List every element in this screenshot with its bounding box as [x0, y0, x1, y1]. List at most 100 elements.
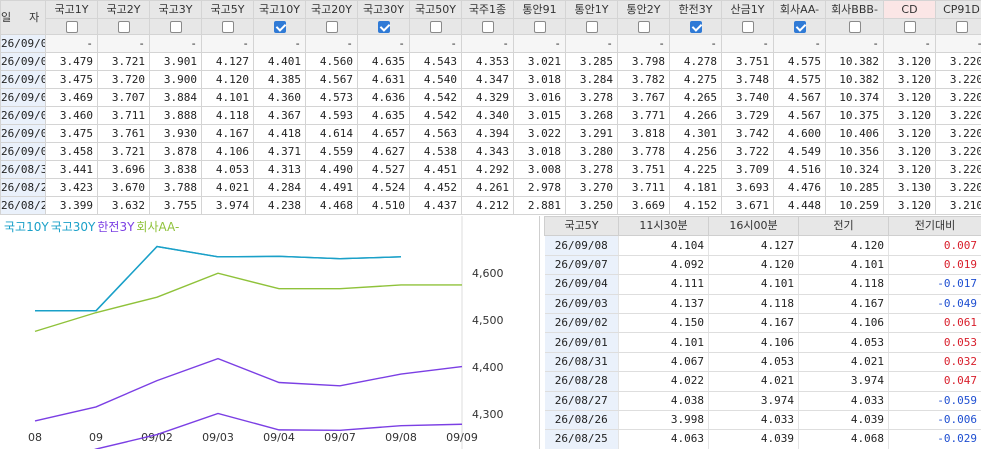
column-header[interactable]: 국고1Y — [45, 0, 98, 19]
table-row[interactable]: 26/08/28 4.022 4.021 3.974 0.047 — [544, 371, 981, 392]
column-header[interactable]: 국고20Y — [305, 0, 358, 19]
intraday-column-header[interactable]: 전기대비 — [888, 215, 981, 237]
table-cell: 3.884 — [149, 88, 202, 107]
series-line-2[interactable] — [34, 357, 463, 422]
table-row[interactable]: 26/09/013.4583.7213.8784.1064.3714.5594.… — [0, 142, 981, 161]
intraday-table: 국고5Y 11시30분 16시00분 전기 전기대비 26/09/08 4.104 4.12… — [544, 215, 981, 449]
series-checkbox[interactable] — [955, 20, 968, 33]
series-checkbox[interactable] — [377, 20, 390, 33]
table-row[interactable]: 26/09/07 4.092 4.120 4.101 0.019 — [544, 255, 981, 276]
series-checkbox[interactable] — [221, 20, 234, 33]
table-row[interactable]: 26/09/023.4753.7613.9304.1674.4184.6144.… — [0, 124, 981, 143]
intraday-column-header[interactable]: 11시30분 — [618, 215, 709, 237]
table-row[interactable]: 26/08/25 4.063 4.039 4.068 -0.029 — [544, 429, 981, 449]
series-checkbox[interactable] — [325, 20, 338, 33]
series-checkbox[interactable] — [903, 20, 916, 33]
series-checkbox[interactable] — [637, 20, 650, 33]
table-cell: - — [253, 34, 306, 53]
series-line-1[interactable] — [35, 245, 402, 312]
table-cell: 3.120 — [883, 160, 936, 179]
table-row[interactable]: 26/08/26 3.998 4.033 4.039 -0.006 — [544, 410, 981, 431]
table-cell: 4.106 — [708, 332, 799, 353]
table-cell: 3.423 — [45, 178, 98, 197]
intraday-column-header[interactable]: 국고5Y — [544, 215, 619, 237]
column-header[interactable]: 통안2Y — [617, 0, 670, 19]
column-header[interactable]: 국고50Y — [409, 0, 462, 19]
table-cell: 3.475 — [45, 70, 98, 89]
table-row[interactable]: 26/08/313.4413.6963.8384.0534.3134.4904.… — [0, 160, 981, 179]
column-checkbox-cell — [45, 18, 98, 35]
column-header[interactable]: 통안91 — [513, 0, 566, 19]
yield-chart[interactable]: 4,6004,5004,4004,30008 09 09/02 09/03 09/04 0… — [0, 216, 540, 449]
table-row[interactable]: 26/08/283.4233.6703.7884.0214.2844.4914.… — [0, 178, 981, 197]
table-cell: - — [513, 34, 566, 53]
table-cell: 4.301 — [669, 124, 722, 143]
series-checkbox[interactable] — [533, 20, 546, 33]
column-header[interactable]: 국고3Y — [149, 0, 202, 19]
intraday-column-header[interactable]: 16시00분 — [708, 215, 799, 237]
table-cell: 4.340 — [461, 106, 514, 125]
table-cell: 3.220 — [935, 106, 981, 125]
table-cell: 4.575 — [773, 52, 826, 71]
table-cell: 4.167 — [201, 124, 254, 143]
column-header[interactable]: CD — [883, 0, 936, 19]
table-row[interactable]: 26/09/033.4603.7113.8884.1184.3674.5934.… — [0, 106, 981, 125]
column-header[interactable]: 산금1Y — [721, 0, 774, 19]
column-header[interactable]: 회사BBB- — [825, 0, 884, 19]
series-line-3[interactable] — [34, 272, 462, 333]
column-header[interactable]: 국고10Y — [253, 0, 306, 19]
table-cell: 3.120 — [883, 142, 936, 161]
table-cell: 3.974 — [798, 371, 889, 392]
table-row[interactable]: 26/09/073.4753.7203.9004.1204.3854.5674.… — [0, 70, 981, 89]
column-checkbox-cell — [825, 18, 884, 35]
column-header[interactable]: 회사AA- — [773, 0, 826, 19]
series-checkbox[interactable] — [429, 20, 442, 33]
column-header[interactable]: 국고2Y — [97, 0, 150, 19]
table-cell: 3.460 — [45, 106, 98, 125]
table-cell: 10.382 — [825, 52, 884, 71]
series-checkbox[interactable] — [848, 20, 861, 33]
table-row[interactable]: 26/08/273.3993.6323.7553.9744.2384.4684.… — [0, 196, 981, 215]
column-header[interactable]: 국주1종 — [461, 0, 514, 19]
table-row[interactable]: 26/09/043.4693.7073.8844.1014.3604.5734.… — [0, 88, 981, 107]
row-date: 26/09/07 — [0, 70, 46, 89]
series-checkbox[interactable] — [689, 20, 702, 33]
table-cell: 3.755 — [149, 196, 202, 215]
table-cell: - — [669, 34, 722, 53]
column-header[interactable]: 한전3Y — [669, 0, 722, 19]
table-cell: 4.284 — [253, 178, 306, 197]
legend-entry: 한전3Y — [97, 220, 135, 234]
column-header[interactable]: 통안1Y — [565, 0, 618, 19]
intraday-column-header[interactable]: 전기 — [798, 215, 889, 237]
column-checkbox-cell — [721, 18, 774, 35]
series-checkbox[interactable] — [585, 20, 598, 33]
table-row[interactable]: 26/08/31 4.067 4.053 4.021 0.032 — [544, 352, 981, 373]
table-row[interactable]: 26/08/27 4.038 3.974 4.033 -0.059 — [544, 391, 981, 411]
series-checkbox[interactable] — [117, 20, 130, 33]
table-row[interactable]: 26/09/09------------------ — [0, 34, 981, 53]
table-row[interactable]: 26/09/08 4.104 4.127 4.120 0.007 — [544, 235, 981, 256]
series-checkbox[interactable] — [741, 20, 754, 33]
table-cell: 4.468 — [305, 196, 358, 215]
table-row[interactable]: 26/09/01 4.101 4.106 4.053 0.053 — [544, 332, 981, 353]
table-row[interactable]: 26/09/03 4.137 4.118 4.167 -0.049 — [544, 294, 981, 314]
table-row[interactable]: 26/09/083.4793.7213.9014.1274.4014.5604.… — [0, 52, 981, 71]
column-header[interactable]: 국고5Y — [201, 0, 254, 19]
date-column-header[interactable]: 일자 — [0, 0, 46, 35]
series-checkbox[interactable] — [481, 20, 494, 33]
series-checkbox[interactable] — [169, 20, 182, 33]
series-checkbox[interactable] — [65, 20, 78, 33]
table-row[interactable]: 26/09/04 4.111 4.101 4.118 -0.017 — [544, 274, 981, 295]
table-row[interactable]: 26/09/02 4.150 4.167 4.106 0.061 — [544, 313, 981, 334]
table-cell: 3.285 — [565, 52, 618, 71]
table-cell: 4.127 — [708, 235, 799, 256]
table-cell: 4.265 — [669, 88, 722, 107]
column-header[interactable]: CP91D — [935, 0, 981, 19]
row-date: 26/09/08 — [544, 235, 619, 256]
table-cell: 3.016 — [513, 88, 566, 107]
series-checkbox[interactable] — [273, 20, 286, 33]
table-cell: 3.220 — [935, 142, 981, 161]
column-header[interactable]: 국고30Y — [357, 0, 410, 19]
table-cell: 3.018 — [513, 142, 566, 161]
series-checkbox[interactable] — [793, 20, 806, 33]
